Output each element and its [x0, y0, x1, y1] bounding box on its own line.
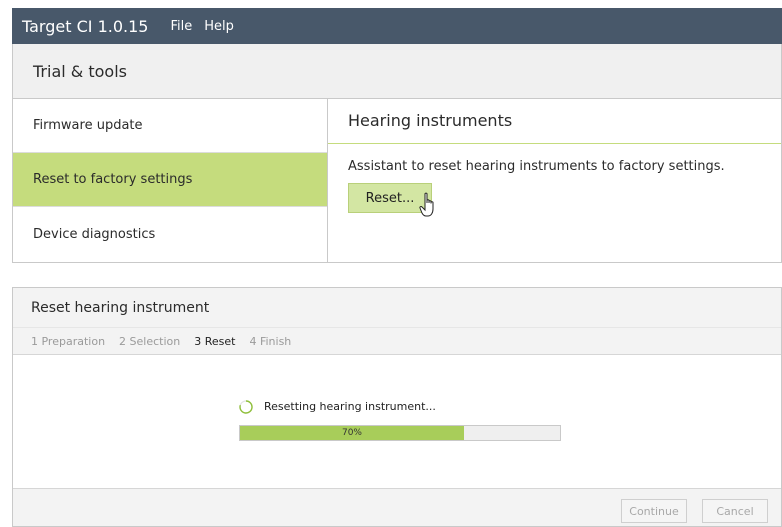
tools-item-firmware-update[interactable]: Firmware update: [13, 99, 327, 153]
menu-file[interactable]: File: [170, 19, 192, 34]
progress-percent-label: 70%: [341, 428, 362, 438]
step-selection: 2 Selection: [119, 334, 181, 348]
tools-item-label: Device diagnostics: [33, 226, 156, 242]
section-title: Trial & tools: [33, 61, 127, 81]
continue-button[interactable]: Continue: [621, 499, 687, 523]
step-finish: 4 Finish: [249, 334, 292, 348]
progress-status-text: Resetting hearing instrument...: [264, 400, 436, 413]
app-title: Target CI 1.0.15: [22, 16, 149, 36]
step-reset: 3 Reset: [194, 334, 236, 348]
wizard-steps: 1 Preparation 2 Selection 3 Reset 4 Fini…: [13, 327, 781, 355]
tools-item-label: Reset to factory settings: [33, 172, 193, 187]
detail-description: Assistant to reset hearing instruments t…: [348, 159, 725, 174]
progress-area: Resetting hearing instrument... 70%: [13, 356, 781, 488]
detail-panel: Hearing instruments Assistant to reset h…: [328, 99, 782, 263]
reset-wizard: Reset hearing instrument 1 Preparation 2…: [12, 287, 782, 527]
wizard-title: Reset hearing instrument: [31, 299, 210, 316]
tools-item-device-diagnostics[interactable]: Device diagnostics: [13, 207, 327, 261]
title-bar: Target CI 1.0.15 File Help: [12, 8, 782, 44]
menu-help[interactable]: Help: [204, 19, 234, 34]
wizard-header: Reset hearing instrument: [13, 288, 781, 327]
wizard-footer: Continue Cancel: [13, 488, 781, 526]
loading-spinner-icon: [239, 400, 253, 414]
section-header: Trial & tools: [12, 44, 782, 99]
progress-label-wrap: 70%: [240, 426, 464, 440]
cancel-button[interactable]: Cancel: [702, 499, 768, 523]
tools-item-label: Firmware update: [33, 118, 143, 133]
step-preparation: 1 Preparation: [31, 334, 106, 348]
tools-list: Firmware update Reset to factory setting…: [12, 99, 328, 263]
hand-pointer-icon: [419, 192, 434, 217]
detail-title: Hearing instruments: [328, 99, 781, 144]
tools-item-reset-factory[interactable]: Reset to factory settings: [13, 153, 327, 207]
progress-bar: 70%: [239, 425, 561, 441]
